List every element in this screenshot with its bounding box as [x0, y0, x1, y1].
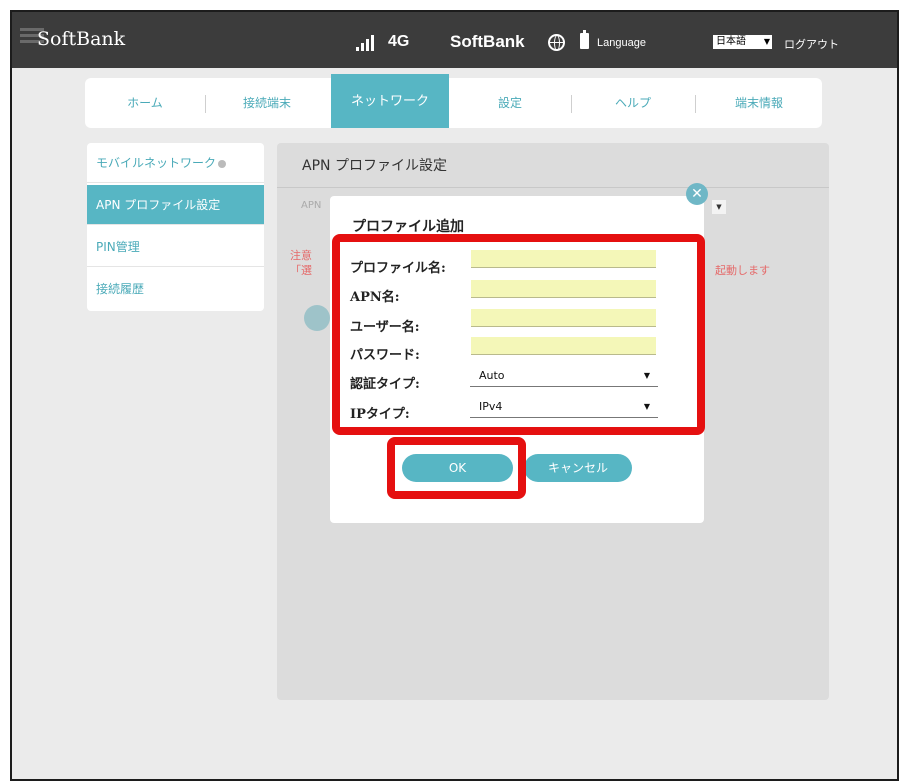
sidebar-item-label: APN プロファイル設定 — [96, 198, 221, 212]
warning-text: 注意 — [290, 249, 312, 262]
dialog-title: プロファイル追加 — [352, 219, 464, 235]
signal-icon — [356, 35, 378, 51]
tab-device-info[interactable]: 端末情報 — [696, 78, 822, 128]
page-title: APN プロファイル設定 — [302, 158, 447, 174]
tab-settings[interactable]: 設定 — [449, 78, 571, 128]
globe-icon — [548, 34, 565, 51]
tab-network[interactable]: ネットワーク — [331, 74, 449, 128]
caret-down-icon: ▼ — [763, 37, 770, 46]
title-divider — [277, 187, 829, 188]
sidebar-item-label: 接続履歴 — [96, 282, 145, 296]
apn-label: APN — [301, 200, 322, 211]
sidebar-item-label: モバイルネットワーク — [96, 156, 217, 170]
tab-help[interactable]: ヘルプ — [572, 78, 694, 128]
form-highlight-box — [332, 234, 705, 435]
warning-text-right: 起動します — [715, 264, 770, 277]
language-select[interactable]: 日本語 ▼ — [713, 35, 772, 49]
battery-icon — [580, 30, 589, 49]
language-label: Language — [597, 37, 646, 49]
sidebar-item-history[interactable]: 接続履歴 — [87, 269, 264, 309]
apn-select-caret-icon[interactable]: ▼ — [712, 200, 726, 214]
sidebar-item-label: PIN管理 — [96, 240, 140, 254]
logout-link[interactable]: ログアウト — [784, 36, 839, 52]
main-nav: ホーム 接続端末 ネットワーク 設定 ヘルプ 端末情報 — [85, 74, 822, 128]
network-type: 4G — [388, 33, 410, 50]
cancel-button[interactable]: キャンセル — [524, 454, 632, 482]
tab-home[interactable]: ホーム — [85, 78, 205, 128]
sidebar-item-mobile-network[interactable]: モバイルネットワーク — [87, 143, 264, 183]
softbank-logo: SoftBank — [37, 28, 126, 50]
tab-devices[interactable]: 接続端末 — [206, 78, 328, 128]
browser-frame: SoftBank 4G SoftBank Language 日本語 ▼ ログアウ… — [10, 10, 899, 781]
panel-button[interactable] — [304, 305, 330, 331]
close-icon[interactable]: ✕ — [686, 183, 708, 205]
top-header: SoftBank 4G SoftBank Language 日本語 ▼ ログアウ… — [12, 12, 897, 68]
sidebar: モバイルネットワーク APN プロファイル設定 PIN管理 接続履歴 — [87, 143, 264, 311]
sidebar-item-apn-profile[interactable]: APN プロファイル設定 — [87, 185, 264, 225]
screenshot: SoftBank 4G SoftBank Language 日本語 ▼ ログアウ… — [0, 0, 901, 783]
carrier-name: SoftBank — [450, 32, 525, 51]
ok-highlight-box — [387, 437, 526, 499]
language-value: 日本語 — [716, 36, 746, 47]
warning-text-2: 「選 — [290, 264, 312, 277]
expand-dot-icon — [218, 159, 227, 168]
sidebar-item-pin[interactable]: PIN管理 — [87, 227, 264, 267]
